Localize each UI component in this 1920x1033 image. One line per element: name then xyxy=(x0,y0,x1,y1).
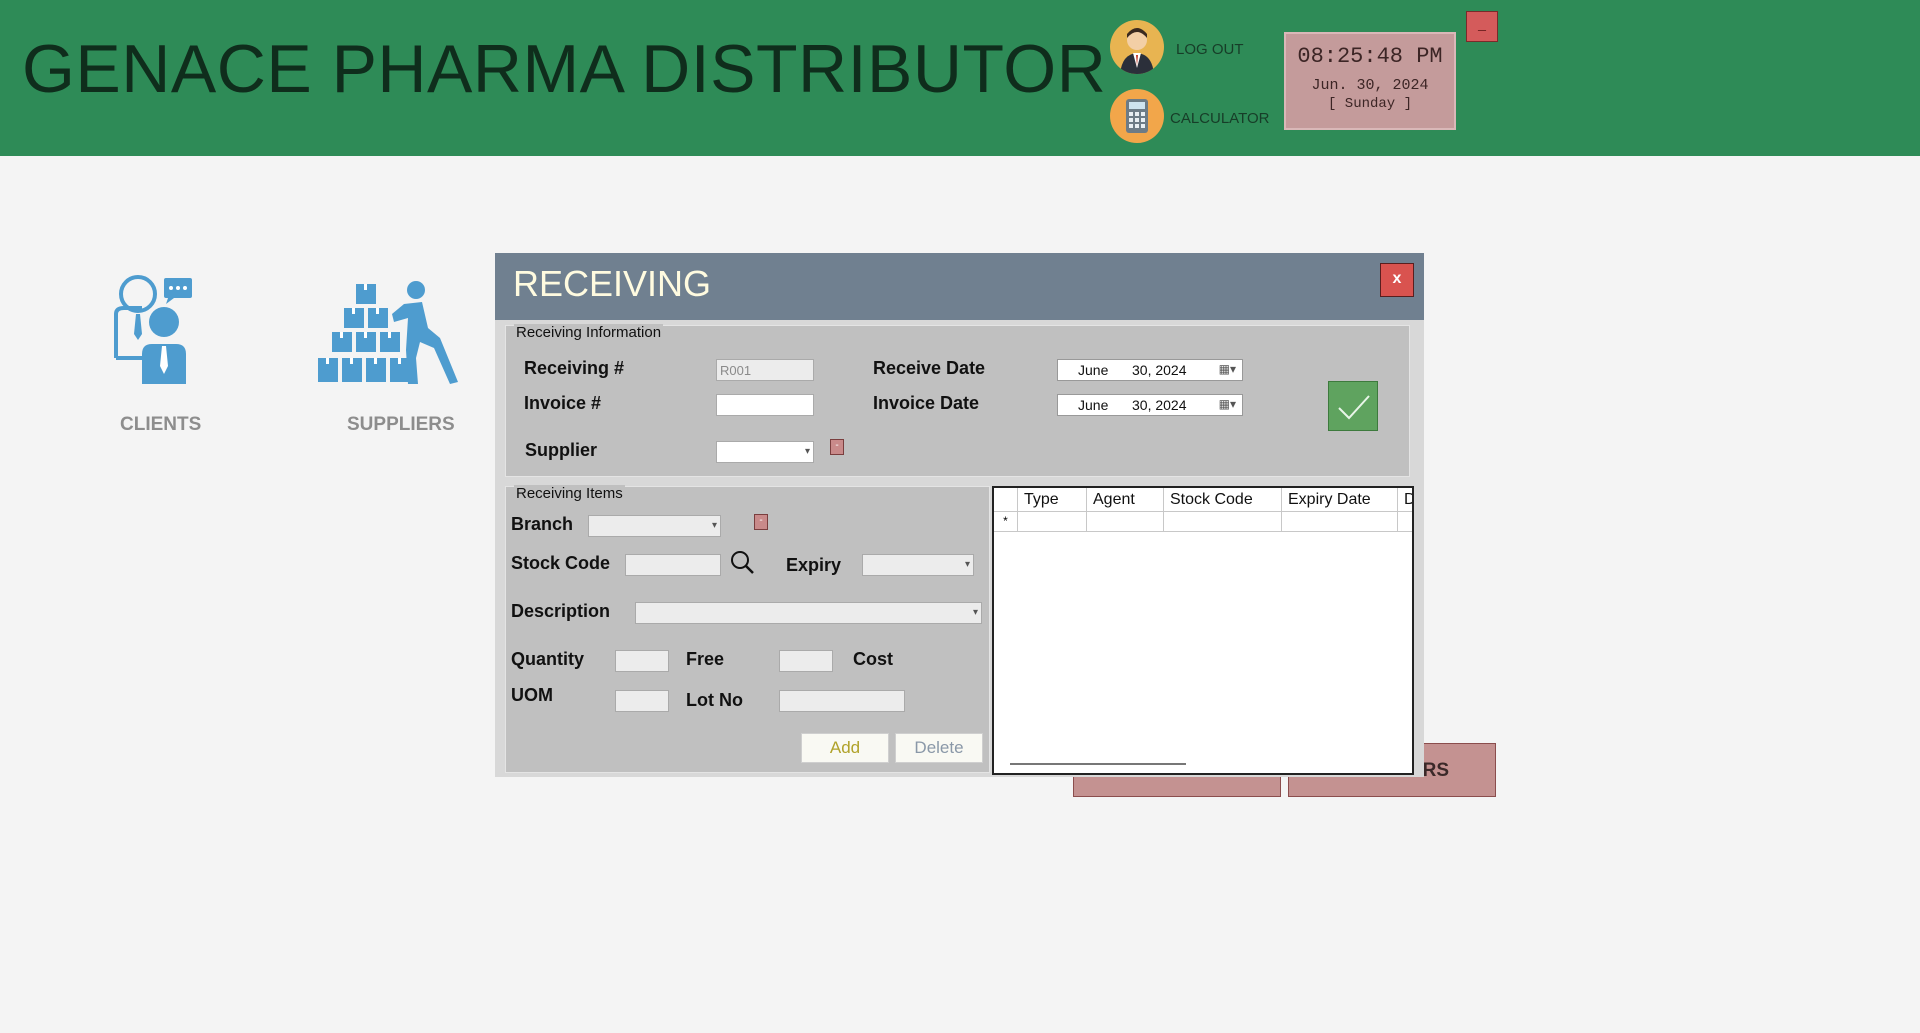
chevron-down-icon: ▾ xyxy=(972,607,978,618)
stock-code-field[interactable] xyxy=(625,554,721,576)
new-row-marker: * xyxy=(994,512,1018,532)
invoice-date-day-year: 30, 2024 xyxy=(1132,397,1187,413)
clock-time: 08:25:48 PM xyxy=(1297,44,1443,69)
grid-row-header-corner xyxy=(994,488,1018,512)
invoice-date-picker[interactable]: June 30, 2024 ▦▾ xyxy=(1057,394,1243,416)
supplier-select[interactable]: ▾ xyxy=(716,441,814,463)
calculator-icon[interactable] xyxy=(1110,89,1164,143)
invoice-date-month: June xyxy=(1078,397,1109,413)
chevron-down-icon: ▾ xyxy=(804,446,810,457)
calendar-icon: ▦▾ xyxy=(1218,397,1236,411)
stock-code-label: Stock Code xyxy=(511,553,611,573)
uom-label: UOM xyxy=(511,685,553,705)
receiving-no-label: Receiving # xyxy=(524,358,625,378)
group-title: Receiving Information xyxy=(514,324,664,341)
clock-day: [ Sunday ] xyxy=(1327,96,1412,112)
background-button-2-label: RS xyxy=(1422,760,1449,781)
receive-date-label: Receive Date xyxy=(873,358,986,378)
chevron-down-icon: ▾ xyxy=(964,559,970,570)
receive-date-picker[interactable]: June 30, 2024 ▦▾ xyxy=(1057,359,1243,381)
invoice-no-field[interactable] xyxy=(716,394,814,416)
items-grid[interactable]: Type Agent Stock Code Expiry Date D * xyxy=(992,486,1414,775)
delete-button[interactable]: Delete xyxy=(895,733,983,763)
expiry-select[interactable]: ▾ xyxy=(862,554,974,576)
receive-date-day-year: 30, 2024 xyxy=(1132,362,1187,378)
lot-no-label: Lot No xyxy=(686,690,743,710)
add-button[interactable]: Add xyxy=(801,733,889,763)
supplier-label: Supplier xyxy=(525,440,598,460)
clock-panel: 08:25:48 PM Jun. 30, 2024 [ Sunday ] xyxy=(1284,32,1456,130)
receiving-window: RECEIVING x Receiving Information Receiv… xyxy=(495,253,1424,777)
receiving-items-group: Receiving Items Branch ▾ - Stock Code Ex… xyxy=(505,485,990,773)
description-label: Description xyxy=(511,601,611,621)
clients-icon[interactable] xyxy=(112,274,198,391)
description-select[interactable]: ▾ xyxy=(635,602,982,624)
grid-cell[interactable] xyxy=(1018,512,1087,532)
logout-link[interactable]: LOG OUT xyxy=(1176,41,1244,58)
app-title: GENACE PHARMA DISTRIBUTOR xyxy=(22,31,1107,107)
quantity-field[interactable] xyxy=(615,650,669,672)
branch-remove-button[interactable]: - xyxy=(754,514,768,530)
calculator-link[interactable]: CALCULATOR xyxy=(1170,110,1269,127)
close-button[interactable]: x xyxy=(1380,263,1414,297)
save-button[interactable] xyxy=(1328,381,1378,431)
group-title: Receiving Items xyxy=(514,485,625,502)
expiry-label: Expiry xyxy=(786,555,842,575)
receive-date-month: June xyxy=(1078,362,1109,378)
user-avatar-icon[interactable] xyxy=(1110,20,1164,74)
grid-cell[interactable] xyxy=(1087,512,1164,532)
receiving-information-group: Receiving Information Receiving # Invoic… xyxy=(505,324,1410,477)
checkmark-icon xyxy=(1338,395,1370,420)
grid-cell[interactable] xyxy=(1164,512,1282,532)
window-title: RECEIVING xyxy=(513,263,712,304)
search-icon[interactable] xyxy=(729,549,757,577)
calendar-icon: ▦▾ xyxy=(1218,362,1236,376)
branch-select[interactable]: ▾ xyxy=(588,515,721,537)
grid-column-header[interactable]: Agent xyxy=(1087,488,1164,512)
cost-label: Cost xyxy=(853,649,893,669)
suppliers-icon[interactable] xyxy=(316,278,462,391)
horizontal-scrollbar[interactable] xyxy=(1010,763,1186,765)
invoice-date-label: Invoice Date xyxy=(873,393,980,413)
lot-no-field[interactable] xyxy=(779,690,905,712)
minimize-button[interactable]: _ xyxy=(1466,11,1498,42)
grid-column-header[interactable]: Type xyxy=(1018,488,1087,512)
uom-field[interactable] xyxy=(615,690,669,712)
invoice-no-label: Invoice # xyxy=(524,393,602,413)
grid-column-header[interactable]: Expiry Date xyxy=(1282,488,1398,512)
grid-column-header[interactable]: Stock Code xyxy=(1164,488,1282,512)
suppliers-label[interactable]: SUPPLIERS xyxy=(347,414,455,436)
receiving-no-field[interactable] xyxy=(716,359,814,381)
supplier-remove-button[interactable]: - xyxy=(830,439,844,455)
grid-column-header[interactable]: D xyxy=(1398,488,1412,512)
grid-cell[interactable] xyxy=(1282,512,1398,532)
clients-label[interactable]: CLIENTS xyxy=(120,414,201,436)
free-field[interactable] xyxy=(779,650,833,672)
quantity-label: Quantity xyxy=(511,649,585,669)
branch-label: Branch xyxy=(511,514,574,534)
chevron-down-icon: ▾ xyxy=(711,520,717,531)
free-label: Free xyxy=(686,649,725,669)
clock-date: Jun. 30, 2024 xyxy=(1311,77,1429,94)
grid-cell[interactable] xyxy=(1398,512,1412,532)
